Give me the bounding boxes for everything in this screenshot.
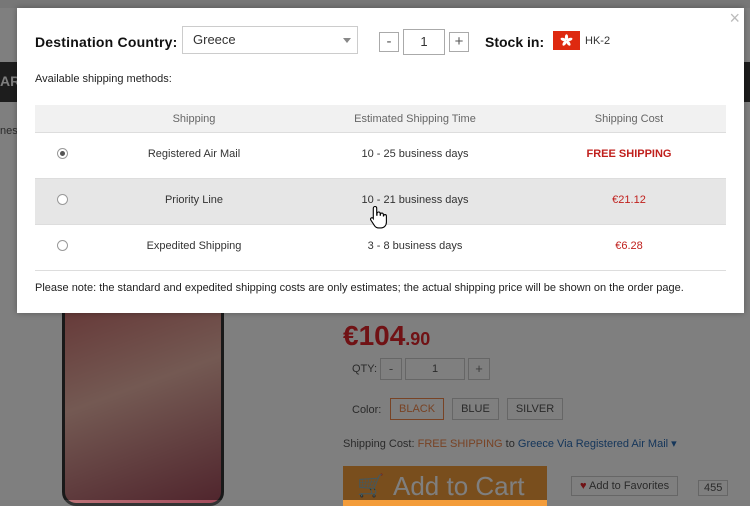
stock-in-label: Stock in: <box>485 34 545 50</box>
shipping-method-name: Priority Line <box>164 194 224 206</box>
table-header: Shipping Estimated Shipping Time Shippin… <box>35 105 726 133</box>
shipping-cost: €6.28 <box>615 240 643 252</box>
stock-location-code: HK-2 <box>585 35 611 47</box>
destination-country-label: Destination Country: <box>35 34 178 50</box>
shipping-method-name: Expedited Shipping <box>146 240 242 252</box>
country-select[interactable]: Greece <box>182 26 358 54</box>
hand-pointer-icon <box>369 205 387 234</box>
shipping-modal: × Destination Country: Greece - 1 + Stoc… <box>17 8 744 313</box>
column-header-time: Estimated Shipping Time <box>354 113 476 125</box>
modal-qty-input[interactable]: 1 <box>403 29 445 55</box>
shipping-radio[interactable] <box>57 194 68 205</box>
shipping-cost: €21.12 <box>612 194 646 206</box>
shipping-radio[interactable] <box>57 148 68 159</box>
shipping-method-name: Registered Air Mail <box>147 148 241 160</box>
chevron-down-icon <box>343 38 351 43</box>
column-header-shipping: Shipping <box>172 113 216 125</box>
close-icon[interactable]: × <box>729 9 740 27</box>
shipping-radio[interactable] <box>57 240 68 251</box>
modal-qty-minus-button[interactable]: - <box>379 32 399 52</box>
shipping-time: 10 - 25 business days <box>361 148 469 160</box>
hong-kong-flag-icon <box>553 31 580 50</box>
shipping-cost: FREE SHIPPING <box>586 148 672 160</box>
shipping-methods-table: Shipping Estimated Shipping Time Shippin… <box>35 105 726 271</box>
modal-qty-stepper: - 1 + <box>379 29 469 55</box>
shipping-time: 3 - 8 business days <box>367 240 463 252</box>
country-select-value: Greece <box>193 32 236 47</box>
modal-qty-plus-button[interactable]: + <box>449 32 469 52</box>
shipping-note: Please note: the standard and expedited … <box>35 282 684 294</box>
available-methods-label: Available shipping methods: <box>35 73 172 85</box>
shipping-time: 10 - 21 business days <box>361 194 469 206</box>
column-header-cost: Shipping Cost <box>594 113 664 125</box>
table-row[interactable]: Registered Air Mail 10 - 25 business day… <box>35 133 726 179</box>
